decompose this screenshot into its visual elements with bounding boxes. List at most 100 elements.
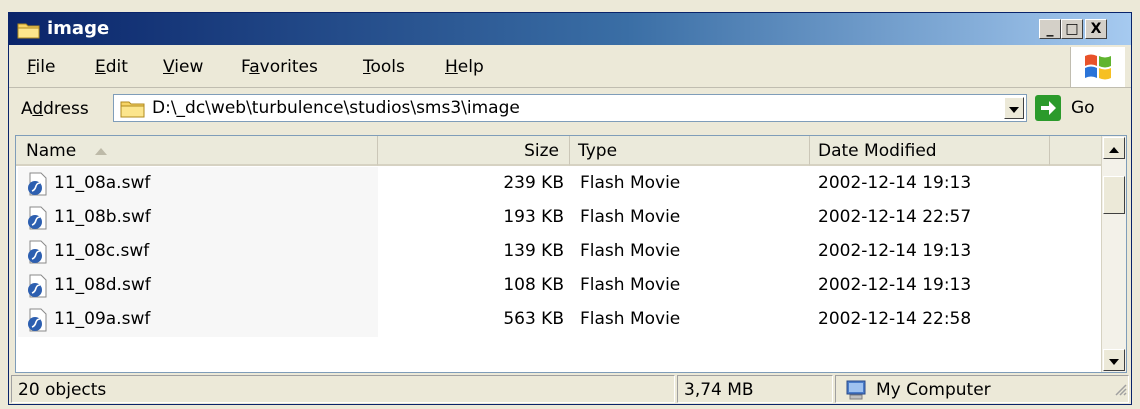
file-type: Flash Movie	[580, 241, 681, 261]
column-header-name[interactable]: Name	[16, 136, 378, 166]
menu-help-hotkey: H	[445, 57, 458, 77]
status-location-panel: My Computer	[835, 375, 1129, 403]
close-button[interactable]: X	[1085, 19, 1107, 39]
column-header-name-label: Name	[26, 141, 77, 161]
go-button[interactable]	[1035, 95, 1061, 121]
status-objects-panel: 20 objects	[11, 375, 675, 403]
resize-grip-icon[interactable]	[1113, 381, 1127, 401]
menu-bar: File Edit View Favorites Tools Help	[9, 47, 1131, 88]
status-size-panel: 3,74 MB	[677, 375, 833, 403]
file-size: 563 KB	[503, 309, 564, 329]
menu-help[interactable]: Help	[445, 57, 484, 77]
menu-view-hotkey: V	[163, 57, 175, 77]
title-bar[interactable]: image _ □ X	[9, 13, 1131, 45]
column-header-type[interactable]: Type	[570, 136, 810, 166]
flash-file-icon	[26, 240, 48, 269]
file-type: Flash Movie	[580, 173, 681, 193]
file-date: 2002-12-14 22:57	[818, 207, 972, 227]
menu-edit[interactable]: Edit	[95, 57, 128, 77]
address-label-hotkey: d	[32, 99, 44, 119]
scrollbar-thumb[interactable]	[1103, 176, 1125, 214]
menu-favorites-rest: vorites	[259, 57, 318, 77]
list-item[interactable]: 11_08a.swf 239 KB Flash Movie 2002-12-14…	[16, 167, 1104, 201]
maximize-glyph: □	[1065, 21, 1079, 37]
menu-help-rest: elp	[457, 57, 484, 77]
address-label-pre: A	[21, 99, 33, 119]
address-label-rest: dress	[43, 99, 89, 119]
file-size: 108 KB	[503, 275, 564, 295]
chevron-down-icon	[1009, 98, 1019, 118]
window-frame: image _ □ X File Edit View Favorites Too…	[8, 12, 1132, 405]
status-location: My Computer	[876, 380, 991, 400]
address-dropdown-button[interactable]	[1004, 97, 1024, 119]
file-name: 11_08d.swf	[54, 275, 151, 295]
folder-icon	[120, 99, 146, 124]
file-type: Flash Movie	[580, 207, 681, 227]
maximize-button[interactable]: □	[1061, 19, 1083, 39]
file-name: 11_08c.swf	[54, 241, 150, 261]
file-date: 2002-12-14 22:58	[818, 309, 972, 329]
file-size: 239 KB	[503, 173, 564, 193]
menu-favorites-pre: F	[241, 57, 250, 77]
file-name: 11_08b.swf	[54, 207, 151, 227]
menu-tools-rest: ools	[370, 57, 405, 77]
menu-file-hotkey: F	[27, 57, 36, 77]
menu-edit-hotkey: E	[95, 57, 106, 77]
address-input[interactable]: D:\_dc\web\turbulence\studios\sms3\image	[113, 94, 1027, 122]
scroll-up-button[interactable]	[1103, 137, 1125, 159]
flash-file-icon	[26, 274, 48, 303]
file-date: 2002-12-14 19:13	[818, 173, 972, 193]
window-title: image	[47, 18, 110, 39]
address-bar: Address D:\_dc\web\turbulence\studios\sm…	[9, 89, 1131, 129]
file-size: 139 KB	[503, 241, 564, 261]
vertical-scrollbar[interactable]	[1101, 136, 1126, 372]
column-header-size[interactable]: Size	[378, 136, 570, 166]
windows-logo-icon	[1070, 47, 1125, 87]
go-label[interactable]: Go	[1071, 98, 1095, 118]
flash-file-icon	[26, 308, 48, 337]
menu-tools[interactable]: Tools	[363, 57, 405, 77]
file-size: 193 KB	[503, 207, 564, 227]
menu-favorites[interactable]: Favorites	[241, 57, 318, 77]
minimize-glyph: _	[1046, 21, 1054, 37]
column-header-type-label: Type	[578, 141, 618, 161]
menu-file[interactable]: File	[27, 57, 55, 77]
menu-tools-hotkey: T	[363, 57, 371, 77]
close-glyph: X	[1090, 21, 1102, 37]
flash-file-icon	[26, 172, 48, 201]
arrow-right-icon	[1035, 101, 1061, 126]
file-list: Name Size Type Date Modified 11_08a.swf …	[15, 135, 1127, 373]
scroll-down-button[interactable]	[1103, 349, 1125, 371]
explorer-window: image _ □ X File Edit View Favorites Too…	[0, 0, 1140, 409]
menu-edit-rest: dit	[105, 57, 128, 77]
my-computer-icon	[844, 379, 868, 406]
address-path: D:\_dc\web\turbulence\studios\sms3\image	[152, 98, 520, 118]
chevron-up-icon	[1109, 138, 1119, 158]
file-type: Flash Movie	[580, 309, 681, 329]
file-date: 2002-12-14 19:13	[818, 275, 972, 295]
file-type: Flash Movie	[580, 275, 681, 295]
column-header-filler	[1050, 136, 1104, 166]
flash-file-icon	[26, 206, 48, 235]
menu-view[interactable]: View	[163, 57, 203, 77]
list-item[interactable]: 11_09a.swf 563 KB Flash Movie 2002-12-14…	[16, 303, 1104, 337]
sort-ascending-icon	[94, 142, 108, 162]
list-item[interactable]: 11_08c.swf 139 KB Flash Movie 2002-12-14…	[16, 235, 1104, 269]
column-header-date-label: Date Modified	[818, 141, 937, 161]
list-item[interactable]: 11_08b.swf 193 KB Flash Movie 2002-12-14…	[16, 201, 1104, 235]
column-header-size-label: Size	[524, 141, 559, 161]
file-date: 2002-12-14 19:13	[818, 241, 972, 261]
list-item[interactable]: 11_08d.swf 108 KB Flash Movie 2002-12-14…	[16, 269, 1104, 303]
column-header-date[interactable]: Date Modified	[810, 136, 1050, 166]
minimize-button[interactable]: _	[1039, 19, 1061, 39]
folder-icon	[17, 20, 41, 45]
status-total-size: 3,74 MB	[684, 380, 754, 400]
menu-favorites-hotkey: a	[249, 57, 260, 77]
chevron-down-icon	[1109, 350, 1119, 370]
status-bar: 20 objects 3,74 MB My Computer	[11, 375, 1129, 403]
menu-file-rest: ile	[35, 57, 56, 77]
file-name: 11_09a.swf	[54, 309, 151, 329]
file-name: 11_08a.swf	[54, 173, 151, 193]
address-label: Address	[21, 99, 89, 119]
status-objects: 20 objects	[18, 380, 107, 400]
